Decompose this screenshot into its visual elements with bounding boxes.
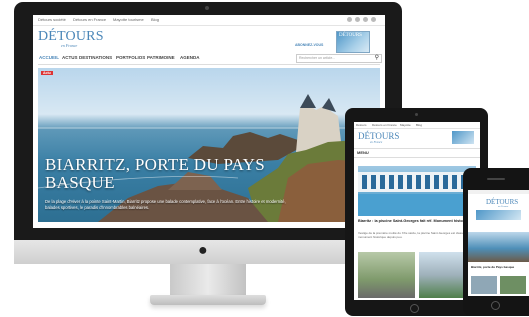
nav-item-patrimoine[interactable]: PATRIMOINE — [147, 55, 175, 60]
site-topbar: Détours société Détours en France Mayott… — [33, 15, 385, 26]
tablet-article-title[interactable]: Biarritz : la piscine Saint-Georges fait… — [358, 219, 476, 224]
tablet-camera-icon — [415, 113, 418, 116]
phone-speaker — [487, 178, 505, 180]
phone-article-title[interactable]: Biarritz, porte du Pays basque — [471, 265, 527, 269]
search-icon[interactable]: ⚲ — [375, 54, 379, 61]
nav-item-actus[interactable]: ACTUS — [62, 55, 78, 60]
camera-icon — [205, 6, 209, 10]
imac-chin — [14, 240, 402, 264]
rss-icon[interactable] — [371, 17, 376, 22]
search-placeholder: Rechercher un article... — [299, 56, 336, 60]
category-badge[interactable]: Actu — [41, 71, 53, 75]
tablet-thumb-1[interactable] — [358, 252, 415, 298]
tablet-topbar-link-4[interactable]: Blog — [416, 123, 422, 127]
nav-item-portfolios[interactable]: PORTFOLIOS — [116, 55, 145, 60]
tablet-home-button[interactable] — [410, 304, 419, 313]
phone-status-bar — [468, 190, 529, 194]
site-logo-subtitle: en France — [61, 43, 78, 48]
magazine-cover[interactable]: DÉTOURS — [336, 31, 370, 53]
topbar-link-blog[interactable]: Blog — [151, 17, 159, 22]
pool-photo — [358, 172, 476, 216]
phone-home-button[interactable] — [491, 301, 500, 310]
facebook-icon[interactable] — [347, 17, 352, 22]
phone-magazine-cover[interactable] — [476, 210, 521, 220]
phone-logo-subtitle: en France — [498, 205, 509, 208]
hero-title[interactable]: BIARRITZ, PORTE DU PAYS BASQUE — [45, 156, 265, 192]
topbar-link-societe[interactable]: Détours société — [38, 17, 66, 22]
twitter-icon[interactable] — [355, 17, 360, 22]
nav-item-accueil[interactable]: ACCUEIL — [39, 55, 59, 60]
topbar-link-mayotte[interactable]: Mayotte tourisme — [113, 17, 144, 22]
tablet-article-text: Vestige de la première moitié du XXe siè… — [358, 231, 467, 239]
imac-frame: Détours société Détours en France Mayott… — [14, 2, 402, 264]
topbar-link-france[interactable]: Détours en France — [73, 17, 106, 22]
imac-base — [150, 295, 266, 305]
magazine-cover-title: DÉTOURS — [339, 33, 362, 38]
main-nav: ACCUEIL ACTUS DESTINATIONS PORTFOLIOS PA… — [38, 54, 382, 65]
tablet-logo-subtitle: en France — [370, 140, 383, 144]
tablet-topbar-link-1[interactable]: Détours — [356, 123, 367, 127]
desktop-screen: Détours société Détours en France Mayott… — [33, 15, 385, 228]
nav-item-agenda[interactable]: AGENDA — [180, 55, 200, 60]
phone-thumb-2[interactable] — [500, 276, 526, 294]
phone-article-image[interactable] — [468, 232, 529, 262]
hero-banner[interactable]: Actu BIARRITZ, PORTE DU PAYS BASQUE De l… — [38, 68, 380, 222]
nav-item-destinations[interactable]: DESTINATIONS — [79, 55, 112, 60]
tablet-divider — [354, 128, 480, 129]
hero-title-line-1: BIARRITZ, PORTE DU PAYS — [45, 155, 265, 174]
pinterest-icon[interactable] — [363, 17, 368, 22]
tablet-screen: Détours Détours en France Mayotte Blog D… — [354, 122, 480, 300]
search-input[interactable]: Rechercher un article... ⚲ — [296, 54, 382, 63]
tablet-magazine-cover[interactable] — [452, 131, 474, 144]
hero-description: De la plage d'Hiver à la pointe Saint-Ma… — [45, 199, 286, 210]
tablet-menu-label[interactable]: MENU — [357, 150, 369, 155]
phone-frame: DÉTOURS en France Biarritz, porte du Pay… — [463, 168, 529, 316]
tablet-menu-bar[interactable]: MENU — [354, 148, 480, 158]
apple-logo-icon: ● — [198, 242, 208, 259]
tablet-topbar-link-2[interactable]: Détours en France — [372, 123, 397, 127]
phone-thumb-1[interactable] — [471, 276, 497, 294]
tablet-topbar-link-3[interactable]: Mayotte — [400, 123, 411, 127]
phone-screen: DÉTOURS en France Biarritz, porte du Pay… — [468, 190, 529, 296]
hero-title-line-2: BASQUE — [45, 173, 115, 192]
tablet-article-image[interactable] — [358, 166, 476, 216]
subscribe-link[interactable]: ABONNEZ-VOUS — [295, 43, 323, 47]
imac-stand — [170, 264, 246, 298]
